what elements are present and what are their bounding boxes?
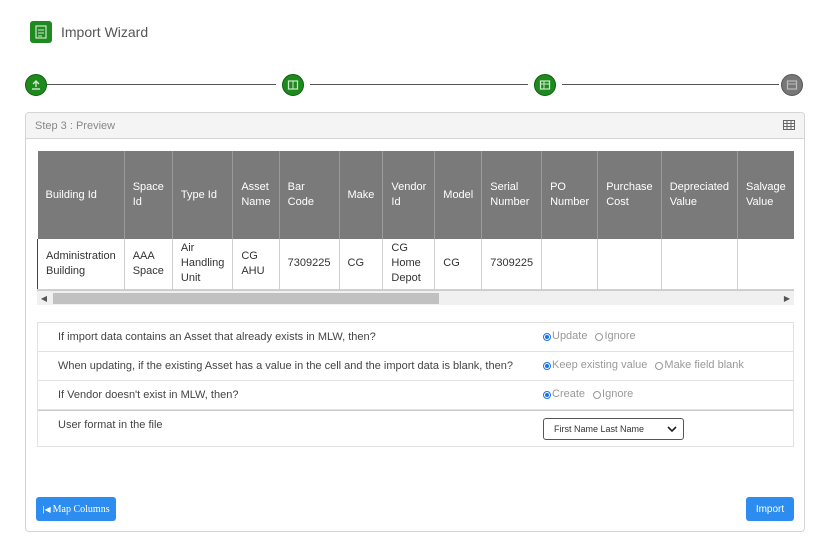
option-user-format: User format in the file First Name Last … <box>38 410 793 446</box>
page-header: Import Wizard <box>30 21 148 43</box>
radio-selected-icon <box>543 391 551 399</box>
button-label: Import <box>755 503 785 515</box>
radio-unselected-icon <box>595 333 604 341</box>
table-cell: CG AHU <box>232 239 280 290</box>
column-header[interactable]: Salvage Value <box>737 151 794 239</box>
import-file-icon <box>30 21 52 43</box>
panel-title: Step 3 : Preview <box>35 119 116 132</box>
radio-ignore[interactable]: Ignore <box>595 330 636 342</box>
stepper-connector <box>562 84 779 85</box>
option-question: When updating, if the existing Asset has… <box>58 360 513 372</box>
column-header[interactable]: Depreciated Value <box>661 151 739 239</box>
radio-label: Ignore <box>602 388 634 400</box>
column-header[interactable]: Serial Number <box>481 151 543 239</box>
select-value: First Name Last Name <box>554 424 645 434</box>
radio-ignore-vendor[interactable]: Ignore <box>593 388 633 400</box>
radio-make-blank[interactable]: Make field blank <box>655 359 744 371</box>
option-question: User format in the file <box>58 419 163 431</box>
scrollbar-thumb[interactable] <box>53 293 439 304</box>
radio-keep-existing[interactable]: Keep existing value <box>543 359 647 371</box>
table-cell: 7309225 <box>481 239 543 290</box>
table-cell: 7309225 <box>279 239 340 290</box>
radio-unselected-icon <box>593 391 602 399</box>
column-header[interactable]: Make <box>339 151 384 239</box>
table-cell <box>541 239 599 290</box>
radio-label: Make field blank <box>664 359 744 371</box>
page-title: Import Wizard <box>61 24 149 40</box>
table-cell: CG Home Depot <box>382 239 436 290</box>
table-row: Administration Building AAA Space Air Ha… <box>37 239 794 290</box>
step-1-upload[interactable] <box>25 74 47 96</box>
option-answers: Keep existing value Make field blank <box>538 352 793 380</box>
button-label: Map Columns <box>52 503 110 515</box>
radio-label: Update <box>552 330 588 342</box>
table-cell: CG <box>339 239 384 290</box>
wizard-stepper <box>25 74 805 96</box>
scroll-left-icon[interactable]: ◀ <box>37 291 51 305</box>
option-question: If Vendor doesn't exist in MLW, then? <box>58 389 239 401</box>
option-existing-asset: If import data contains an Asset that al… <box>38 323 793 352</box>
radio-selected-icon <box>543 362 551 370</box>
scroll-right-icon[interactable]: ▶ <box>780 291 794 305</box>
table-cell: Administration Building <box>37 239 125 290</box>
preview-grid-icon <box>539 80 551 90</box>
stepper-connector <box>47 84 276 85</box>
radio-label: Ignore <box>604 330 636 342</box>
radio-label: Keep existing value <box>552 359 648 371</box>
column-header[interactable]: Type Id <box>172 151 234 239</box>
step-2-map-columns[interactable] <box>282 74 304 96</box>
radio-create[interactable]: Create <box>543 388 585 400</box>
step-3-preview[interactable] <box>534 74 556 96</box>
column-header[interactable]: Purchase Cost <box>597 151 662 239</box>
preview-table: Building Id Space Id Type Id Asset Name … <box>37 151 794 290</box>
step-4-finish[interactable] <box>781 74 803 96</box>
radio-selected-icon <box>543 333 551 341</box>
column-header[interactable]: Bar Code <box>279 151 340 239</box>
radio-update[interactable]: Update <box>543 330 587 342</box>
columns-icon <box>287 80 299 90</box>
table-cell: CG <box>434 239 483 290</box>
column-header[interactable]: PO Number <box>541 151 599 239</box>
column-header[interactable]: Space Id <box>124 151 173 239</box>
panel-header: Step 3 : Preview <box>26 113 804 139</box>
preview-panel: Step 3 : Preview Building Id Space Id Ty… <box>25 112 805 532</box>
option-answers: Update Ignore <box>538 323 793 351</box>
finish-icon <box>786 80 798 90</box>
table-cell <box>737 239 794 290</box>
column-header[interactable]: Asset Name <box>232 151 280 239</box>
column-header[interactable]: Building Id <box>37 151 125 239</box>
option-question: If import data contains an Asset that al… <box>58 331 376 343</box>
map-columns-button[interactable]: |◀ Map Columns <box>36 497 116 521</box>
upload-icon <box>32 80 40 90</box>
import-button[interactable]: Import <box>746 497 794 521</box>
option-vendor: If Vendor doesn't exist in MLW, then? Cr… <box>38 381 793 410</box>
radio-unselected-icon <box>655 362 664 370</box>
table-cell: Air Handling Unit <box>172 239 234 290</box>
option-answers: Create Ignore <box>538 381 793 409</box>
stepper-connector <box>310 84 528 85</box>
chevron-down-icon <box>667 426 677 432</box>
column-header[interactable]: Vendor Id <box>382 151 436 239</box>
horizontal-scrollbar[interactable]: ◀ ▶ <box>37 291 794 305</box>
table-cell <box>597 239 662 290</box>
table-cell: AAA Space <box>124 239 173 290</box>
column-header[interactable]: Model <box>434 151 483 239</box>
table-header-row: Building Id Space Id Type Id Asset Name … <box>37 151 794 239</box>
preview-table-container: Building Id Space Id Type Id Asset Name … <box>37 151 794 291</box>
option-blank-values: When updating, if the existing Asset has… <box>38 352 793 381</box>
radio-label: Create <box>552 388 586 400</box>
grid-icon[interactable] <box>783 117 795 135</box>
option-answers: First Name Last Name <box>538 411 793 446</box>
user-format-select[interactable]: First Name Last Name <box>543 418 684 440</box>
import-options: If import data contains an Asset that al… <box>37 322 794 447</box>
table-cell <box>661 239 739 290</box>
back-icon: |◀ <box>42 504 51 514</box>
